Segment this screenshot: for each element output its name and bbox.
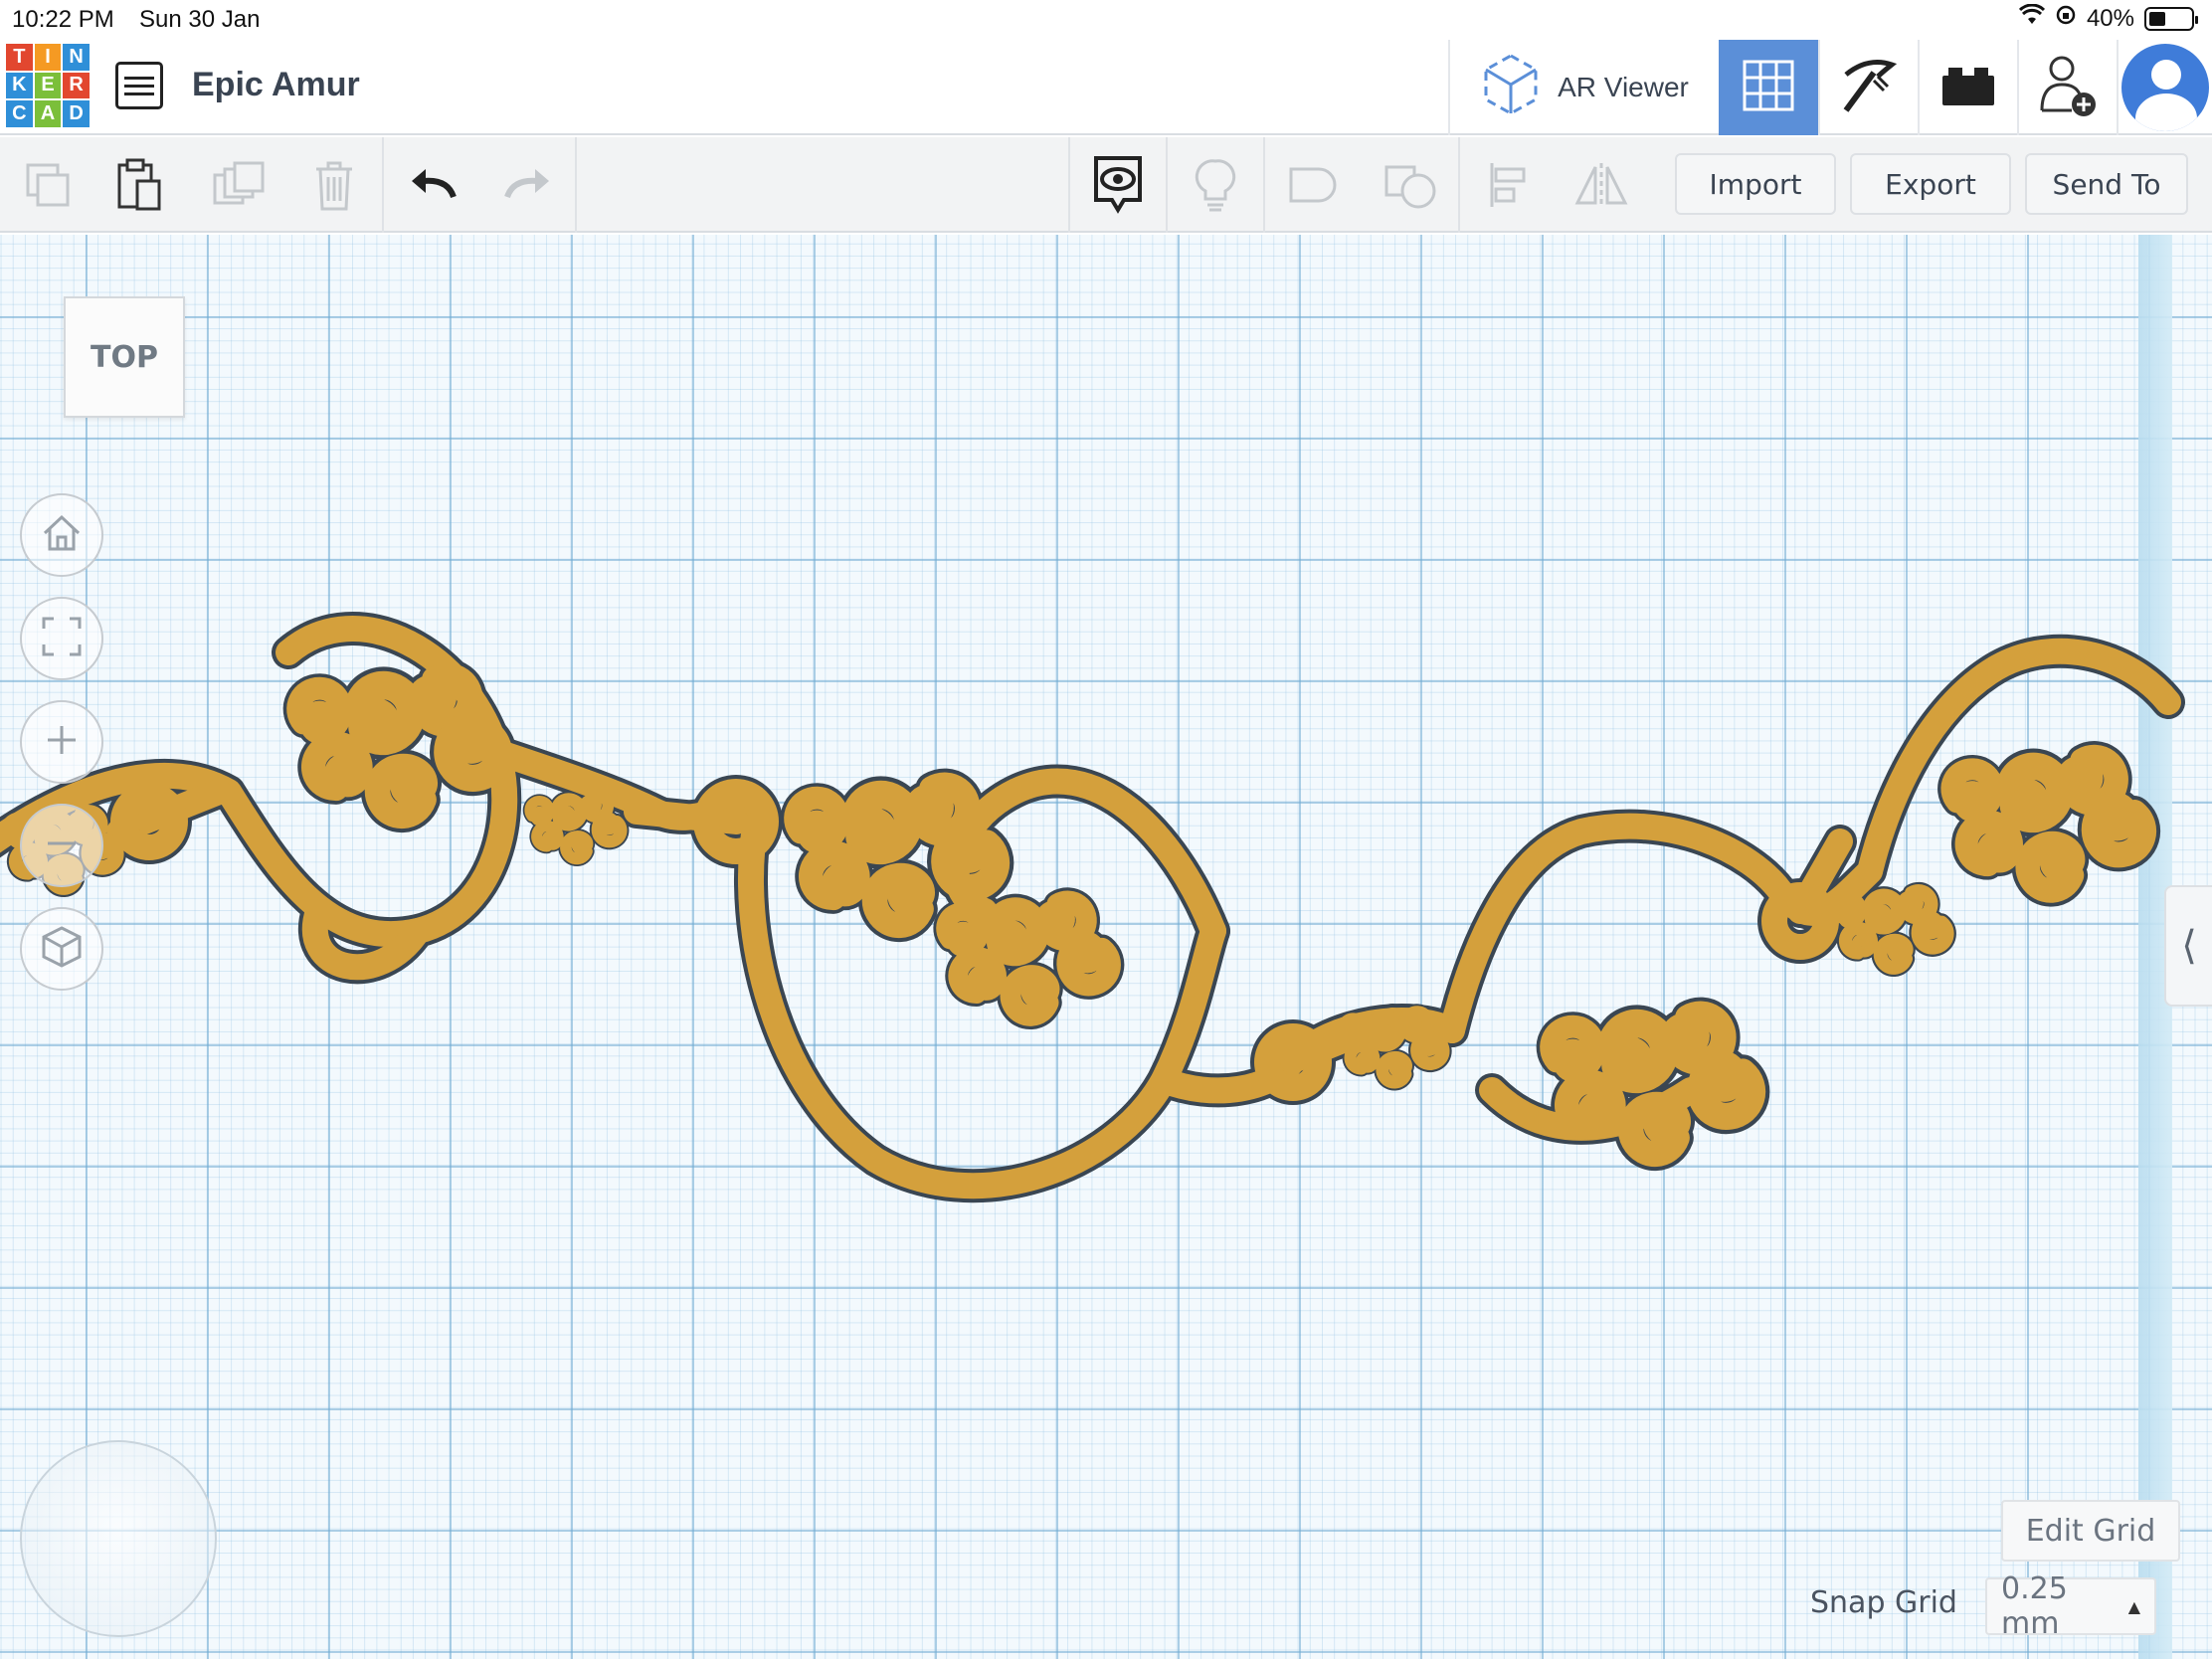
snap-grid-select[interactable]: 0.25 mm ▲ xyxy=(1985,1571,2156,1641)
zoom-out-button[interactable] xyxy=(20,804,103,887)
edit-grid-button[interactable]: Edit Grid xyxy=(2001,1500,2180,1562)
paste-icon[interactable] xyxy=(109,155,169,215)
app-header: TIN KER CAD Epic Amur AR Viewer xyxy=(0,40,2212,135)
tinkercad-logo[interactable]: TIN KER CAD xyxy=(6,44,90,127)
status-indicators: 40% xyxy=(2018,3,2198,33)
logo-letter: K xyxy=(6,72,33,99)
snap-grid-label: Snap Grid xyxy=(1810,1585,1957,1620)
toolbar-separator xyxy=(575,137,577,233)
copy-icon[interactable] xyxy=(18,155,78,215)
battery-icon xyxy=(2144,6,2198,31)
perspective-toggle-button[interactable] xyxy=(20,907,103,991)
pickaxe-icon xyxy=(1838,55,1900,121)
notes-eye-icon[interactable] xyxy=(1088,155,1148,215)
logo-letter: I xyxy=(34,44,62,71)
user-avatar-button[interactable] xyxy=(2117,40,2212,135)
ungroup-icon[interactable] xyxy=(1381,155,1440,215)
ar-viewer-button[interactable]: AR Viewer xyxy=(1448,40,1719,135)
toolbar-separator xyxy=(1166,137,1168,233)
home-view-button[interactable] xyxy=(20,493,103,577)
add-user-icon xyxy=(2036,51,2100,125)
blocks-view-button[interactable] xyxy=(1818,40,1918,135)
logo-letter: A xyxy=(34,100,62,127)
zoom-in-icon xyxy=(42,720,82,765)
mirror-icon[interactable] xyxy=(1571,155,1631,215)
logo-letter: R xyxy=(63,72,90,99)
orientation-lock-icon xyxy=(2055,4,2077,33)
camera-joystick[interactable] xyxy=(20,1440,217,1637)
undo-icon[interactable] xyxy=(404,155,463,215)
send-to-button[interactable]: Send To xyxy=(2025,153,2188,215)
logo-letter: T xyxy=(6,44,33,71)
avatar xyxy=(2121,44,2209,131)
import-button[interactable]: Import xyxy=(1675,153,1836,215)
toolbar-separator xyxy=(382,137,384,233)
caret-up-icon: ▲ xyxy=(2127,1596,2140,1616)
workplane-grid[interactable]: TOP ⟨ Edit Grid Snap Grid 0.25 mm ▲ xyxy=(0,235,2212,1659)
redo-icon[interactable] xyxy=(497,155,557,215)
align-icon[interactable] xyxy=(1478,155,1538,215)
logo-letter: C xyxy=(6,100,33,127)
logo-letter: D xyxy=(63,100,90,127)
3d-grid-view-button[interactable] xyxy=(1719,40,1818,135)
grid-view-icon xyxy=(1743,60,1794,116)
zoom-out-icon xyxy=(42,824,82,868)
ar-cube-icon xyxy=(1480,52,1542,124)
toolbar-separator xyxy=(1458,137,1460,233)
header-actions: AR Viewer xyxy=(1448,40,2212,135)
duplicate-icon[interactable] xyxy=(209,155,269,215)
model-body xyxy=(0,629,2168,1186)
project-title[interactable]: Epic Amur xyxy=(192,66,360,104)
group-icon[interactable] xyxy=(1283,155,1343,215)
tinkercad-app: 10:22 PM Sun 30 Jan 40% TIN KER CAD Epic A… xyxy=(0,0,2212,1659)
snap-grid-value: 0.25 mm xyxy=(2001,1571,2068,1641)
logo-letter: E xyxy=(34,72,62,99)
fit-view-icon xyxy=(40,615,84,663)
perspective-cube-icon xyxy=(40,924,84,975)
wifi-icon xyxy=(2018,3,2046,33)
edit-toolbar: Import Export Send To xyxy=(0,137,2212,233)
logo-letter: N xyxy=(63,44,90,71)
bricks-view-button[interactable] xyxy=(1918,40,2017,135)
status-time: 10:22 PM xyxy=(12,6,114,33)
view-cube[interactable]: TOP xyxy=(64,296,185,418)
ios-status-bar: 10:22 PM Sun 30 Jan 40% xyxy=(0,0,2212,40)
invite-people-button[interactable] xyxy=(2017,40,2117,135)
trash-icon[interactable] xyxy=(304,155,364,215)
battery-percent: 40% xyxy=(2086,4,2134,32)
zoom-in-button[interactable] xyxy=(20,700,103,784)
light-bulb-icon[interactable] xyxy=(1186,155,1245,215)
status-date: Sun 30 Jan xyxy=(139,6,261,33)
design-list-button[interactable] xyxy=(115,62,163,109)
toolbar-separator xyxy=(1068,137,1070,233)
side-panel-collapse-button[interactable]: ⟨ xyxy=(2164,885,2212,1007)
toolbar-separator xyxy=(1263,137,1265,233)
home-icon xyxy=(41,513,83,558)
chevron-left-icon: ⟨ xyxy=(2181,924,2197,968)
filigree-chain-model[interactable] xyxy=(0,235,2212,1659)
ar-viewer-label: AR Viewer xyxy=(1558,72,1689,102)
fit-view-button[interactable] xyxy=(20,597,103,680)
export-button[interactable]: Export xyxy=(1850,153,2011,215)
brick-icon xyxy=(1940,64,1996,112)
